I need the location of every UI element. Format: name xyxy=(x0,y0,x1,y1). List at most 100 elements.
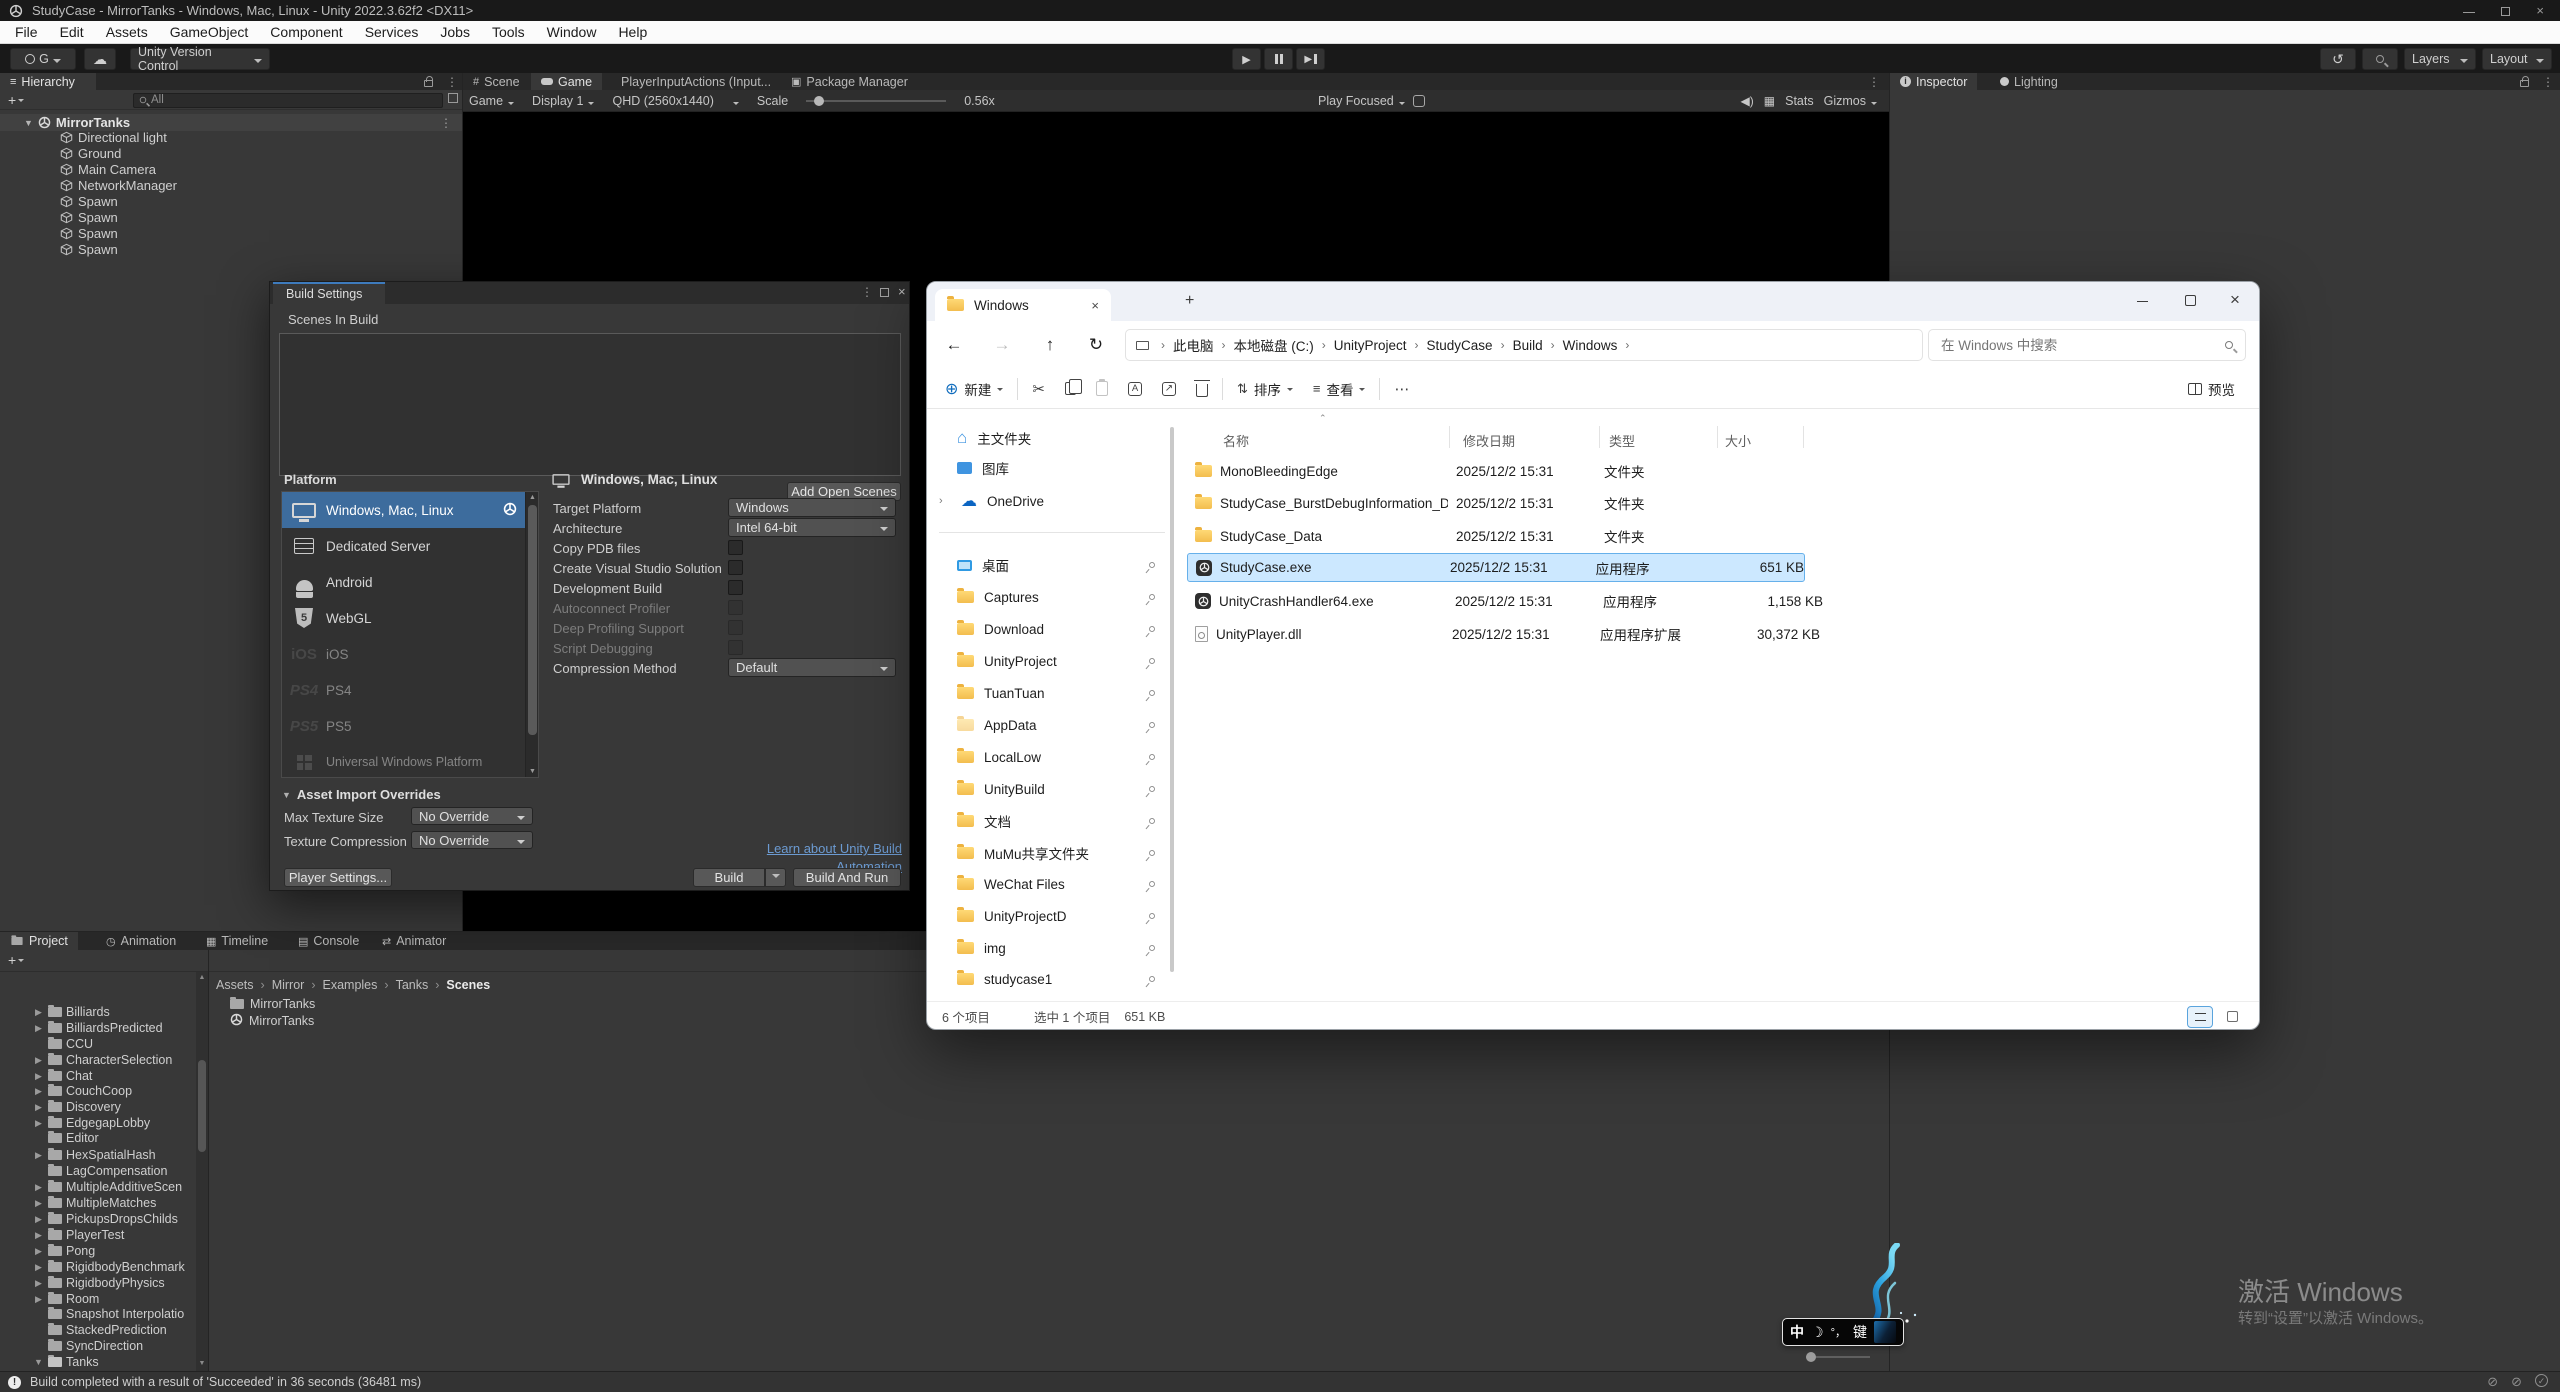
menu-services[interactable]: Services xyxy=(354,24,430,40)
tree-item[interactable]: Editor xyxy=(0,1130,196,1146)
tree-item[interactable]: ▶MultipleAdditiveScen xyxy=(0,1179,196,1195)
cloud-button[interactable]: ☁ xyxy=(84,48,116,70)
paste-button[interactable] xyxy=(1086,373,1118,405)
menu-help[interactable]: Help xyxy=(607,24,658,40)
tab-animator[interactable]: ⇄Animator xyxy=(372,932,456,950)
sort-button[interactable]: ⇅ 排序 xyxy=(1227,373,1303,405)
file-row[interactable]: UnityCrashHandler64.exe 2025/12/2 15:31 … xyxy=(1195,586,1823,616)
platform-windows-mac-linux[interactable]: Windows, Mac, Linux xyxy=(282,492,525,528)
menu-window[interactable]: Window xyxy=(536,24,608,40)
tree-item[interactable]: ▶RigidbodyPhysics xyxy=(0,1275,196,1291)
tree-item[interactable]: ▶Pong xyxy=(0,1243,196,1259)
tab-scene[interactable]: #Scene xyxy=(463,73,530,90)
project-add-button[interactable]: + xyxy=(8,952,24,968)
tab-animation[interactable]: ◷Animation xyxy=(96,932,186,950)
scale-slider[interactable] xyxy=(806,90,946,112)
tab-inspector[interactable]: i Inspector xyxy=(1890,73,1977,90)
new-button[interactable]: ⊕ 新建 xyxy=(935,373,1013,405)
scrollbar-thumb[interactable] xyxy=(198,1060,206,1152)
build-dropdown-caret[interactable] xyxy=(765,868,786,887)
explorer-search-input[interactable] xyxy=(1941,338,2225,353)
sidebar-unityproject[interactable]: UnityProject xyxy=(933,646,1169,676)
game-mode-dropdown[interactable]: Game xyxy=(469,94,514,108)
breadcrumb-item[interactable]: Mirror xyxy=(272,978,305,992)
menu-edit[interactable]: Edit xyxy=(49,24,95,40)
sidebar-appdata[interactable]: AppData xyxy=(933,710,1169,740)
mute-audio-icon[interactable]: ◀) xyxy=(1741,94,1754,108)
breadcrumb-item[interactable]: StudyCase xyxy=(1427,338,1493,353)
tree-item[interactable]: ▶HexSpatialHash xyxy=(0,1147,196,1163)
menu-tools[interactable]: Tools xyxy=(481,24,536,40)
ime-punct-indicator[interactable]: °， xyxy=(1831,1324,1846,1340)
back-icon[interactable]: ← xyxy=(937,335,971,355)
sidebar-tuantuan[interactable]: TuanTuan xyxy=(933,678,1169,708)
build-button[interactable]: Build xyxy=(693,868,765,887)
tree-item[interactable]: ▶Billiards xyxy=(0,1004,196,1020)
sidebar-unitybuild[interactable]: UnityBuild xyxy=(933,774,1169,804)
play-focused-dropdown[interactable]: Play Focused xyxy=(1318,94,1405,108)
detach-icon[interactable] xyxy=(448,93,458,103)
delete-button[interactable] xyxy=(1186,373,1218,405)
tab-hierarchy[interactable]: ≡ Hierarchy xyxy=(0,73,96,90)
version-control-button[interactable]: Unity Version Control xyxy=(130,48,270,70)
breadcrumb-item[interactable]: UnityProject xyxy=(1334,338,1407,353)
new-tab-icon[interactable]: + xyxy=(1185,292,1194,310)
preview-button[interactable]: 预览 xyxy=(2178,373,2245,405)
thumbnail-view-button[interactable] xyxy=(2219,1006,2245,1028)
tab-playerinputactions[interactable]: PlayerInputActions (Input... xyxy=(611,73,781,90)
breadcrumb-item[interactable]: Build xyxy=(1513,338,1543,353)
game-panel-menu-icon[interactable]: ⋮ xyxy=(1868,75,1880,89)
maximize-icon[interactable] xyxy=(2185,295,2196,306)
column-type[interactable]: 类型 xyxy=(1609,431,1635,450)
compression-method-dropdown[interactable]: Default xyxy=(728,658,896,677)
layers-dropdown[interactable]: Layers xyxy=(2404,48,2476,70)
sidebar-documents[interactable]: 文档 xyxy=(933,806,1169,836)
platform-uwp[interactable]: Universal Windows Platform xyxy=(282,744,525,780)
up-icon[interactable]: ↑ xyxy=(1033,335,1067,355)
build-and-run-button[interactable]: Build And Run xyxy=(793,868,901,887)
tab-project[interactable]: Project xyxy=(0,932,78,950)
tab-lighting[interactable]: Lighting xyxy=(1990,73,2068,90)
tree-item[interactable]: ▶Discovery xyxy=(0,1099,196,1115)
tree-item[interactable]: CCU xyxy=(0,1036,196,1052)
explorer-search-box[interactable] xyxy=(1928,329,2246,361)
sidebar-scrollbar[interactable] xyxy=(1170,427,1174,972)
platform-dedicated-server[interactable]: Dedicated Server xyxy=(282,528,525,564)
cut-button[interactable]: ✂ xyxy=(1022,373,1055,405)
lock-icon[interactable] xyxy=(424,80,433,87)
hierarchy-menu-icon[interactable]: ⋮ xyxy=(446,75,458,89)
undo-history-button[interactable]: ↺ xyxy=(2320,48,2356,70)
more-button[interactable]: ⋯ xyxy=(1384,373,1419,405)
platform-android[interactable]: Android xyxy=(282,564,525,600)
play-button[interactable]: ▶ xyxy=(1232,48,1261,70)
close-icon[interactable]: × xyxy=(898,284,906,299)
sidebar-captures[interactable]: Captures xyxy=(933,582,1169,612)
pause-button[interactable] xyxy=(1264,48,1293,70)
sidebar-studycase1[interactable]: studycase1 xyxy=(933,964,1169,994)
menu-assets[interactable]: Assets xyxy=(95,24,159,40)
share-button[interactable]: ↗ xyxy=(1152,373,1186,405)
menu-jobs[interactable]: Jobs xyxy=(429,24,481,40)
tab-console[interactable]: ▤Console xyxy=(288,932,369,950)
explorer-tab-windows[interactable]: Windows × xyxy=(935,289,1111,321)
hierarchy-item[interactable]: Ground xyxy=(60,145,121,161)
file-row[interactable]: MonoBleedingEdge 2025/12/2 15:31 文件夹 xyxy=(1195,456,1824,486)
breadcrumb-item[interactable]: Assets xyxy=(216,978,254,992)
sidebar-unityprojectd[interactable]: UnityProjectD xyxy=(933,901,1169,931)
stats-button[interactable]: Stats xyxy=(1785,94,1814,108)
layout-dropdown[interactable]: Layout xyxy=(2482,48,2552,70)
gizmos-dropdown[interactable]: Gizmos xyxy=(1824,94,1877,108)
column-size[interactable]: 大小 xyxy=(1725,431,1751,450)
view-button[interactable]: ≡ 查看 xyxy=(1303,373,1376,405)
tree-item[interactable]: ▶CouchCoop xyxy=(0,1083,196,1099)
copy-pdb-checkbox[interactable] xyxy=(728,540,743,555)
step-button[interactable]: ▶ xyxy=(1296,48,1325,70)
project-asset-scene[interactable]: MirrorTanks xyxy=(230,1013,314,1029)
status-message[interactable]: Build completed with a result of 'Succee… xyxy=(30,1375,421,1389)
platform-ps4[interactable]: PS4PS4 xyxy=(282,672,525,708)
hierarchy-item[interactable]: Spawn xyxy=(60,241,118,257)
tree-item[interactable]: ▶BilliardsPredicted xyxy=(0,1020,196,1036)
hierarchy-item[interactable]: Spawn xyxy=(60,209,118,225)
menu-file[interactable]: File xyxy=(4,24,49,40)
tree-item[interactable]: ▶Chat xyxy=(0,1068,196,1084)
